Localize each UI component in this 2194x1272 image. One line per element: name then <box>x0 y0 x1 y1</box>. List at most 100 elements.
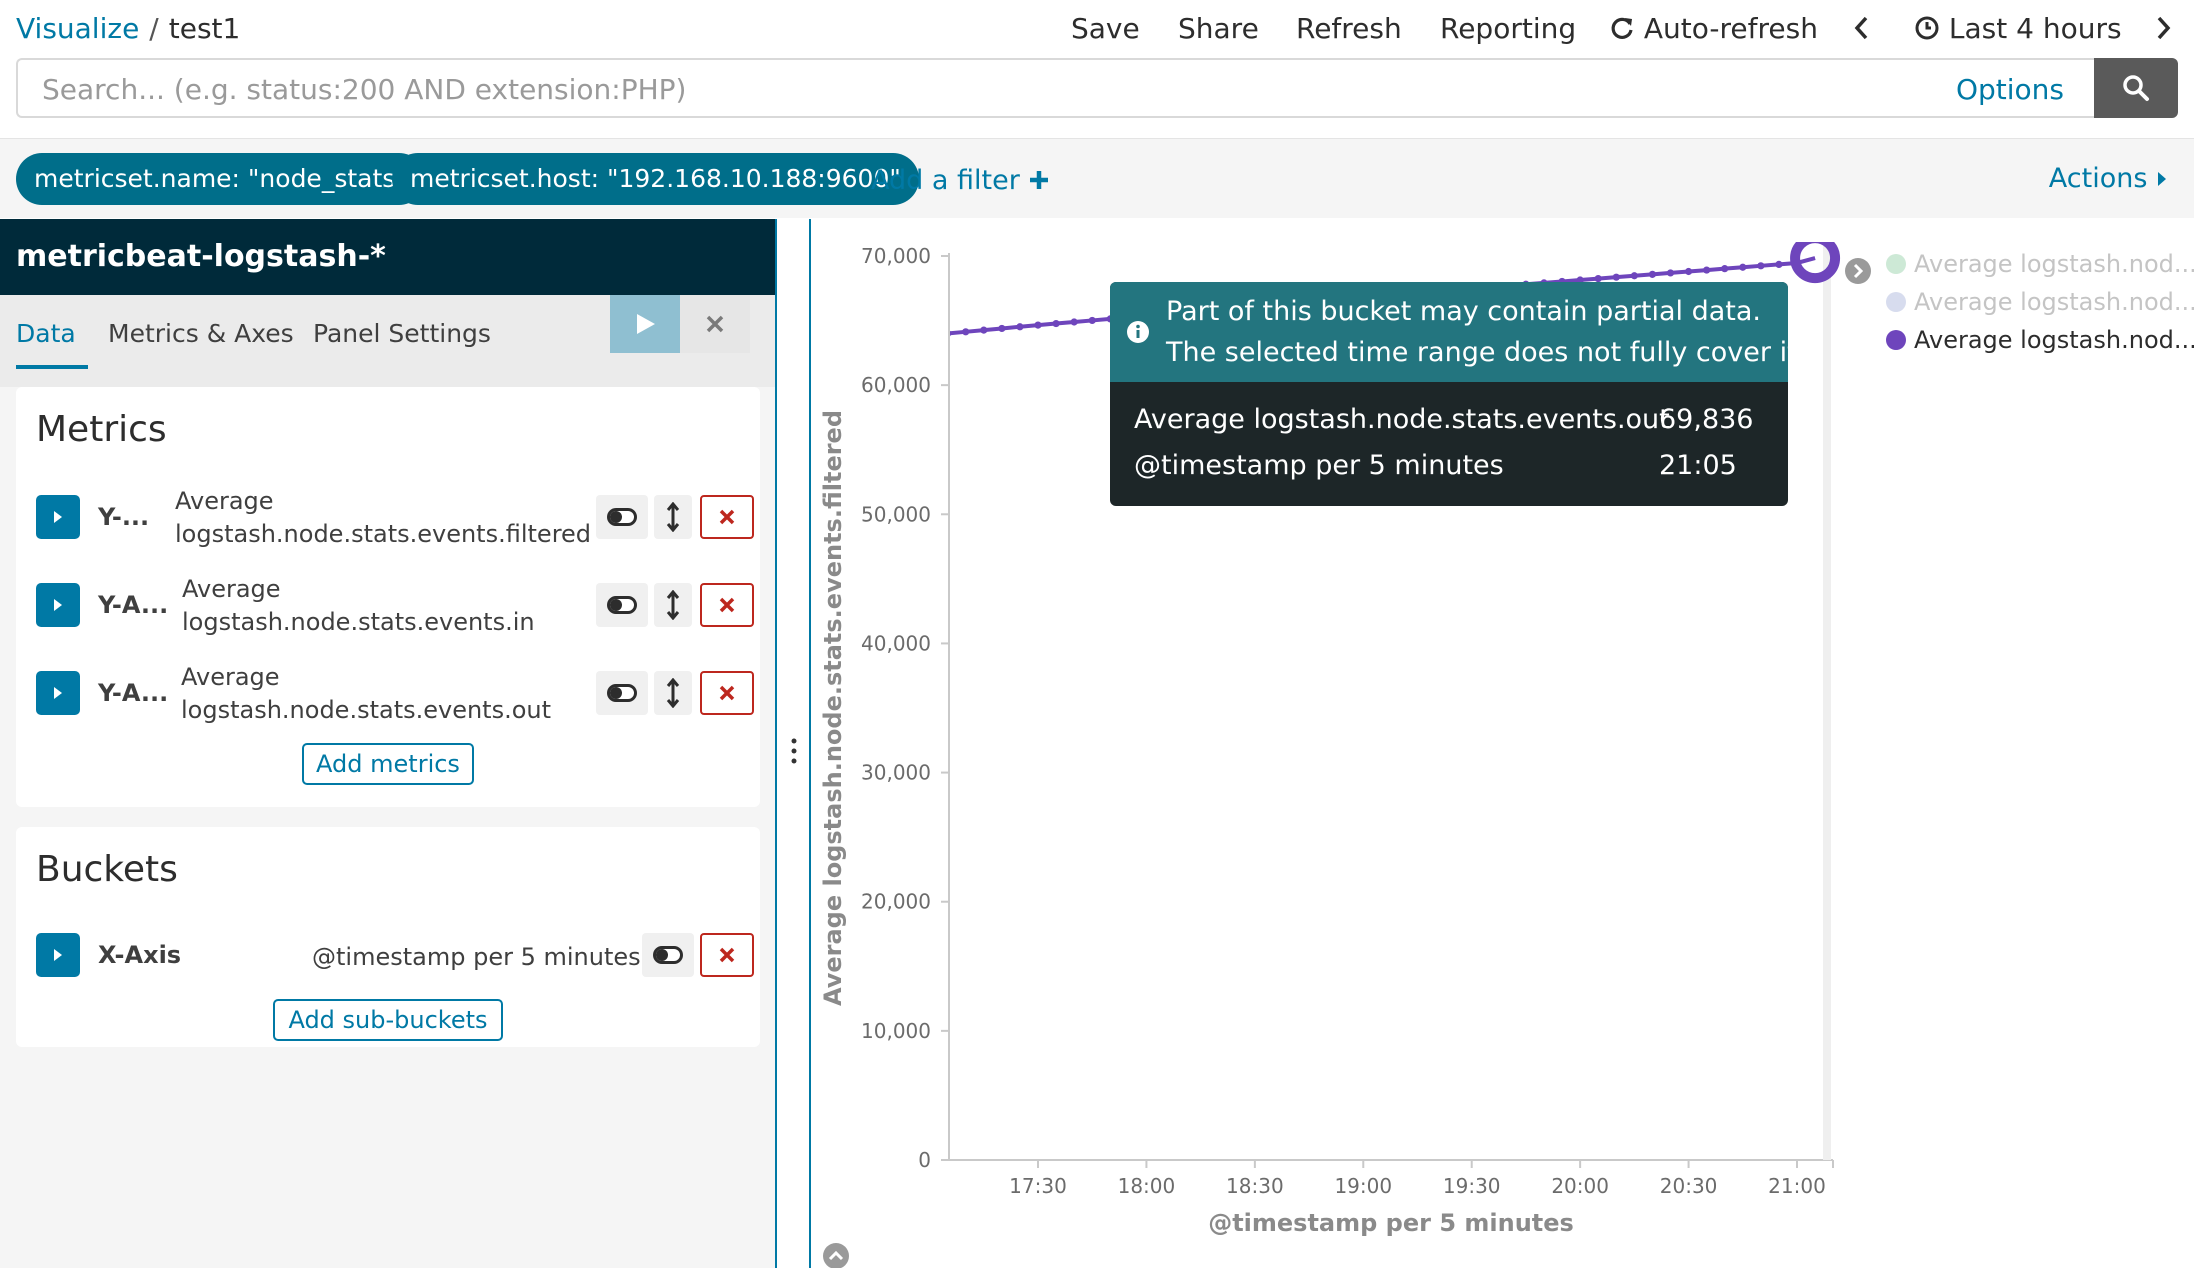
tab-data[interactable]: Data <box>16 319 88 369</box>
legend-color-dot <box>1886 292 1906 312</box>
metric-description: Average logstash.node.stats.events.out <box>181 661 551 727</box>
caret-right-icon <box>2158 172 2166 186</box>
search-input[interactable]: Search... (e.g. status:200 AND extension… <box>16 58 2094 118</box>
breadcrumb: Visualize / test1 <box>16 12 240 45</box>
editor-sidebar: metricbeat-logstash-* Data Metrics & Axe… <box>0 219 777 1268</box>
filter-pill[interactable]: metricset.name: "node_stats" <box>16 153 425 205</box>
data-point <box>1034 321 1042 329</box>
x-tick-label: 18:00 <box>1118 1174 1176 1198</box>
sidebar-resize-handle[interactable] <box>786 736 802 766</box>
breadcrumb-visualize-link[interactable]: Visualize <box>16 12 139 45</box>
metric-agg: Average <box>175 487 274 515</box>
search-submit-button[interactable] <box>2094 58 2178 118</box>
data-point <box>1775 260 1783 268</box>
reorder-icon <box>666 502 680 532</box>
bucket-description: @timestamp per 5 minutes <box>312 943 641 971</box>
tooltip-header-line: The selected time range does not fully c… <box>1166 337 1788 368</box>
expand-metric-button[interactable] <box>36 495 80 539</box>
data-point <box>962 328 970 336</box>
buckets-card: Buckets X-Axis @timestamp per 5 minutes … <box>16 827 760 1047</box>
legend-item[interactable]: Average logstash.nod... <box>1886 250 2194 278</box>
reorder-icon <box>666 678 680 708</box>
index-pattern-title: metricbeat-logstash-* <box>0 219 775 295</box>
data-point <box>1630 272 1638 280</box>
time-back-button[interactable] <box>1852 12 1870 45</box>
x-tick-label: 19:00 <box>1334 1174 1392 1198</box>
legend-label: Average logstash.nod... <box>1914 288 2194 316</box>
expand-metric-button[interactable] <box>36 583 80 627</box>
toggle-metric-button[interactable] <box>596 583 648 627</box>
reorder-metric-handle[interactable] <box>654 495 692 539</box>
metric-row: Y-... Average logstash.node.stats.events… <box>36 485 754 548</box>
buckets-heading: Buckets <box>36 849 178 890</box>
reporting-button[interactable]: Reporting <box>1440 12 1576 45</box>
data-point <box>1703 266 1711 274</box>
close-icon <box>719 509 735 525</box>
toggle-metric-button[interactable] <box>596 495 648 539</box>
metric-axis-label: Y-A... <box>98 679 169 707</box>
toggle-icon <box>607 508 637 526</box>
filter-pill[interactable]: metricset.host: "192.168.10.188:9600" <box>392 153 919 205</box>
auto-refresh-button[interactable]: Auto-refresh <box>1609 12 1818 45</box>
y-axis-title: Average logstash.node.stats.events.filte… <box>819 410 847 1006</box>
search-icon <box>2123 75 2149 101</box>
tooltip-x-label: @timestamp per 5 minutes <box>1134 450 1504 481</box>
tab-metrics-axes[interactable]: Metrics & Axes <box>108 319 294 361</box>
remove-metric-button[interactable] <box>700 495 754 539</box>
metrics-card: Metrics Y-... Average logstash.node.stat… <box>16 387 760 807</box>
legend-item[interactable]: Average logstash.nod... <box>1886 288 2194 316</box>
chevron-left-icon <box>1854 16 1868 40</box>
legend-item[interactable]: Average logstash.nod... <box>1886 326 2194 354</box>
toggle-bucket-button[interactable] <box>642 933 694 977</box>
toggle-metric-button[interactable] <box>596 671 648 715</box>
search-options-button[interactable]: Options <box>1956 73 2064 106</box>
legend-label: Average logstash.nod... <box>1914 250 2194 278</box>
time-picker-button[interactable]: Last 4 hours <box>1914 12 2122 45</box>
data-point <box>1684 267 1693 276</box>
data-point <box>998 324 1006 333</box>
expand-bucket-button[interactable] <box>36 933 80 977</box>
bucket-row: X-Axis @timestamp per 5 minutes <box>36 923 754 983</box>
info-icon <box>1127 321 1149 343</box>
clock-icon <box>1915 16 1939 40</box>
data-point <box>980 326 988 334</box>
play-icon <box>637 314 655 334</box>
save-button[interactable]: Save <box>1071 12 1140 45</box>
data-point <box>1739 263 1747 271</box>
auto-refresh-label: Auto-refresh <box>1643 12 1818 45</box>
reorder-metric-handle[interactable] <box>654 583 692 627</box>
metric-axis-label: Y-... <box>98 503 150 531</box>
legend-toggle-button[interactable] <box>1844 257 1872 289</box>
x-tick-label: 17:30 <box>1009 1174 1067 1198</box>
add-filter-label: Add a filter <box>871 165 1020 196</box>
toggle-icon <box>607 596 637 614</box>
actions-menu-button[interactable]: Actions <box>2049 163 2168 194</box>
metric-field: logstash.node.stats.events.filtered <box>175 520 592 548</box>
add-sub-buckets-button[interactable]: Add sub-buckets <box>273 999 503 1041</box>
metric-row: Y-A... Average logstash.node.stats.event… <box>36 573 754 636</box>
share-button[interactable]: Share <box>1178 12 1259 45</box>
reorder-metric-handle[interactable] <box>654 671 692 715</box>
apply-changes-button[interactable] <box>610 295 680 353</box>
expand-metric-button[interactable] <box>36 671 80 715</box>
refresh-button[interactable]: Refresh <box>1296 12 1402 45</box>
tooltip-x-value: 21:05 <box>1659 450 1737 481</box>
remove-metric-button[interactable] <box>700 583 754 627</box>
remove-bucket-button[interactable] <box>700 933 754 977</box>
time-forward-button[interactable] <box>2155 12 2173 45</box>
data-point <box>1612 273 1620 281</box>
data-point <box>1666 269 1675 277</box>
discard-changes-button[interactable] <box>680 295 750 353</box>
breadcrumb-current: test1 <box>168 12 241 45</box>
data-point <box>1793 259 1801 267</box>
tab-panel-settings[interactable]: Panel Settings <box>313 319 491 361</box>
remove-metric-button[interactable] <box>700 671 754 715</box>
refresh-icon <box>1611 17 1633 39</box>
legend-color-dot <box>1886 254 1906 274</box>
add-metrics-button[interactable]: Add metrics <box>302 743 474 785</box>
add-filter-button[interactable]: Add a filter <box>871 165 1050 196</box>
metric-agg: Average <box>181 663 280 691</box>
tooltip-series-label: Average logstash.node.stats.events.out <box>1134 404 1670 435</box>
toggle-icon <box>607 684 637 702</box>
legend-color-dot <box>1886 330 1906 350</box>
